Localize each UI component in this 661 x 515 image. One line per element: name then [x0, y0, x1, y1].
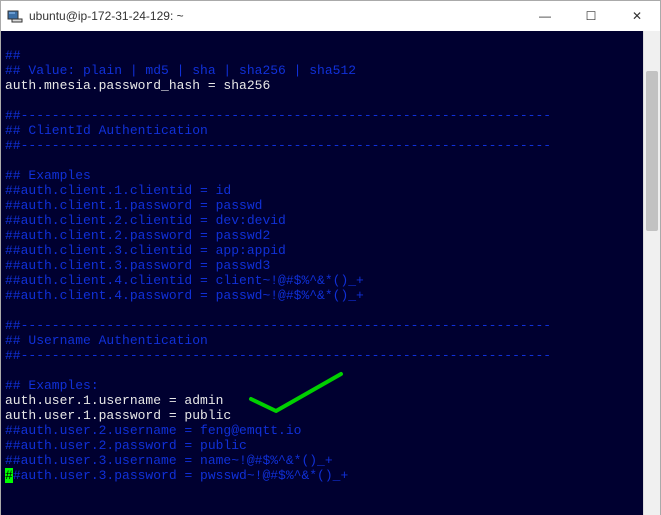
terminal[interactable]: ## ## Value: plain | md5 | sha | sha256 … [1, 31, 643, 515]
term-line: ##auth.client.3.password = passwd3 [5, 258, 270, 273]
checkmark-icon [241, 369, 351, 419]
term-line: ##auth.client.4.password = passwd~!@#$%^… [5, 288, 364, 303]
term-line: auth.mnesia.password_hash = sha256 [5, 78, 270, 93]
cursor: # [5, 468, 13, 483]
term-line: ##auth.user.2.username = feng@emqtt.io [5, 423, 301, 438]
term-line: ## ClientId Authentication [5, 123, 208, 138]
term-line: ##--------------------------------------… [5, 108, 551, 123]
term-line: ##--------------------------------------… [5, 318, 551, 333]
putty-icon [7, 8, 23, 24]
app-window: ubuntu@ip-172-31-24-129: ~ — ☐ ✕ ## ## V… [0, 0, 661, 515]
term-line: ##--------------------------------------… [5, 138, 551, 153]
term-line: auth.user.1.username = admin [5, 393, 223, 408]
close-button[interactable]: ✕ [614, 1, 660, 31]
term-line: ##auth.client.1.password = passwd [5, 198, 262, 213]
minimize-button[interactable]: — [522, 1, 568, 31]
maximize-button[interactable]: ☐ [568, 1, 614, 31]
term-line: ##auth.client.1.clientid = id [5, 183, 231, 198]
minimize-icon: — [539, 9, 551, 23]
scrollbar[interactable] [643, 31, 660, 515]
term-line: ## Examples: [5, 378, 99, 393]
term-line: ## Value: plain | md5 | sha | sha256 | s… [5, 63, 356, 78]
scrollbar-thumb[interactable] [646, 71, 658, 231]
term-line: ##auth.client.4.clientid = client~!@#$%^… [5, 273, 364, 288]
window-title: ubuntu@ip-172-31-24-129: ~ [29, 9, 184, 23]
term-line: ##auth.client.2.password = passwd2 [5, 228, 270, 243]
term-line-rest: #auth.user.3.password = pwsswd~!@#$%^&*(… [13, 468, 348, 483]
titlebar[interactable]: ubuntu@ip-172-31-24-129: ~ — ☐ ✕ [1, 1, 660, 31]
term-line: ## [5, 48, 21, 63]
term-line: ##--------------------------------------… [5, 348, 551, 363]
term-line: auth.user.1.password = public [5, 408, 231, 423]
close-icon: ✕ [632, 9, 642, 23]
term-line: ## Username Authentication [5, 333, 208, 348]
term-line: ##auth.user.2.password = public [5, 438, 247, 453]
maximize-icon: ☐ [586, 9, 597, 23]
term-line: ## Examples [5, 168, 91, 183]
term-line: ##auth.client.3.clientid = app:appid [5, 243, 286, 258]
client-area: ## ## Value: plain | md5 | sha | sha256 … [1, 31, 660, 515]
term-line: ##auth.user.3.username = name~!@#$%^&*()… [5, 453, 333, 468]
term-line: ##auth.client.2.clientid = dev:devid [5, 213, 286, 228]
term-line: ##auth.user.3.password = pwsswd~!@#$%^&*… [5, 468, 348, 483]
